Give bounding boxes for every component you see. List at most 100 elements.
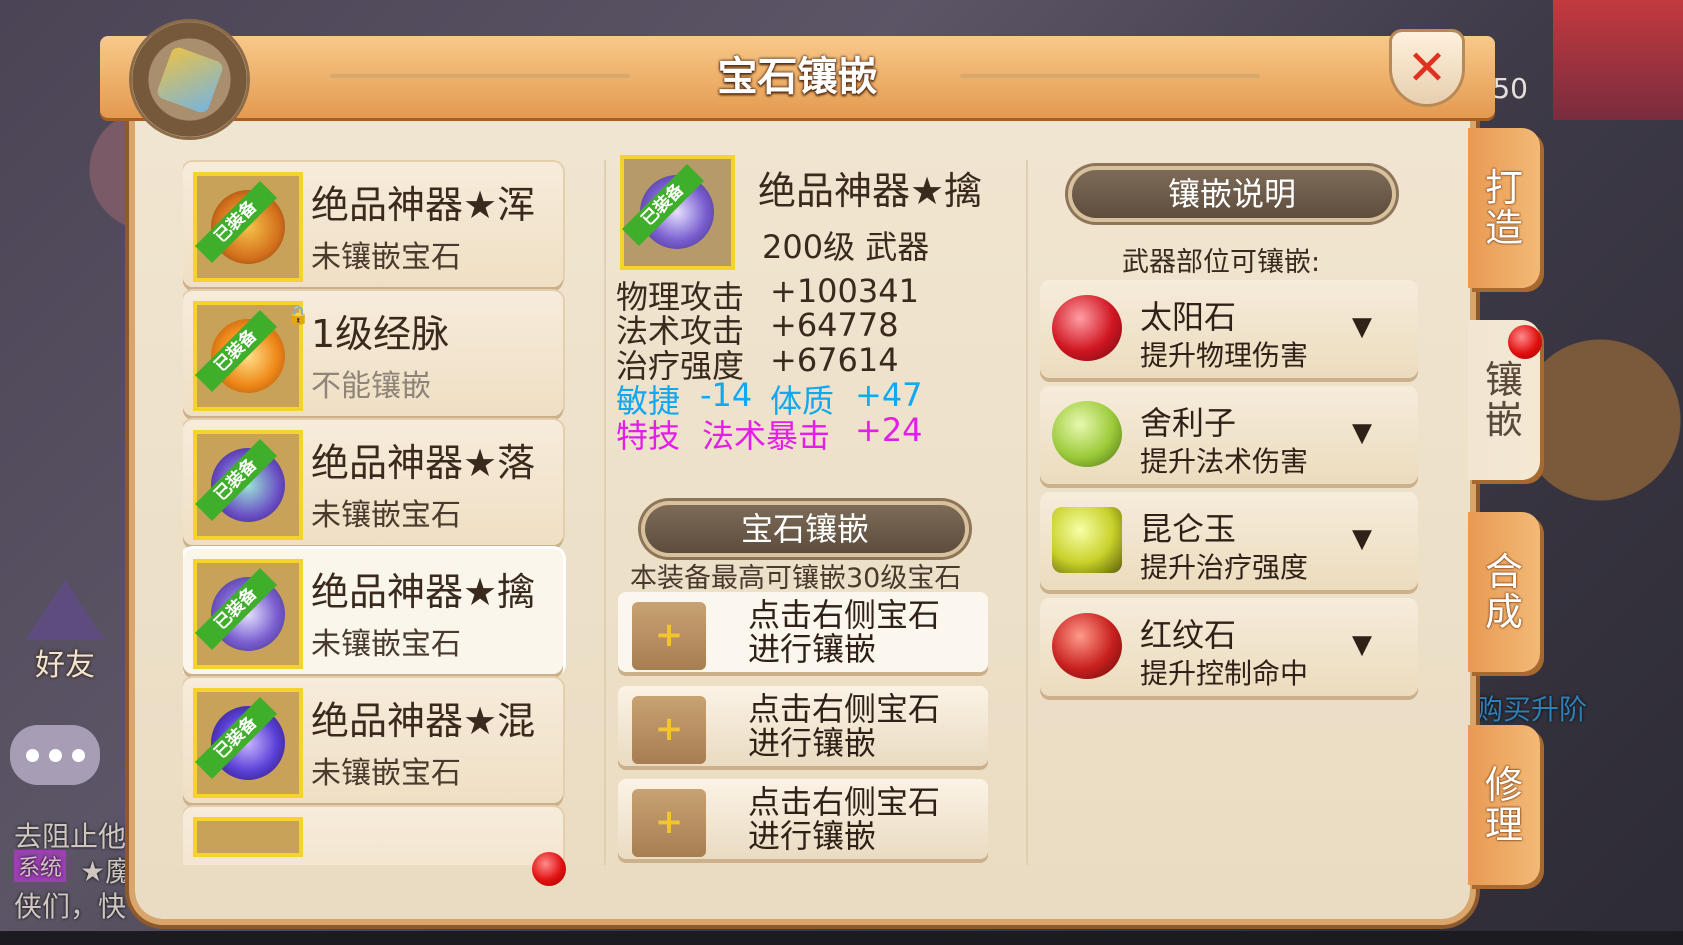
gem-row[interactable]: 太阳石 提升物理伤害 ▼: [1040, 280, 1418, 378]
gem-effect: 提升物理伤害: [1140, 339, 1309, 372]
friend-label: 好友: [35, 648, 95, 683]
special-value: +24: [855, 411, 923, 449]
chat-line: 去阻止他: [14, 820, 127, 853]
list-item[interactable]: [183, 807, 563, 865]
friend-button[interactable]: 好友: [10, 580, 120, 690]
gem-row[interactable]: 舍利子 提升法术伤害 ▼: [1040, 386, 1418, 484]
chat-line: ★魔: [80, 855, 134, 888]
divider: [604, 160, 606, 865]
gem-name: 舍利子: [1140, 404, 1237, 442]
dropdown-arrow-icon[interactable]: ▼: [1352, 418, 1372, 448]
dropdown-arrow-icon[interactable]: ▼: [1352, 630, 1372, 660]
tab-label: 镶: [1484, 358, 1523, 402]
item-status: 未镶嵌宝石: [311, 627, 461, 662]
gem-slot[interactable]: + 点击右侧宝石 进行镶嵌: [618, 592, 988, 672]
list-item[interactable]: 已装备 绝品神器★浑 未镶嵌宝石: [183, 162, 563, 287]
item-status: 未镶嵌宝石: [311, 240, 461, 275]
tab-label: 成: [1484, 590, 1523, 634]
item-name: 绝品神器★浑: [311, 183, 536, 227]
gem-slot[interactable]: + 点击右侧宝石 进行镶嵌: [618, 686, 988, 766]
stat-value: +67614: [770, 341, 899, 379]
item-name: 绝品神器★混: [311, 699, 536, 743]
tab-label: 理: [1484, 803, 1523, 847]
emblem-gem-icon: [154, 44, 225, 115]
special-skill: 法术暴击: [702, 417, 831, 455]
equipment-icon: 已装备: [193, 559, 303, 669]
chat-dot-icon: [71, 748, 85, 762]
kunlun-jade-icon: [1052, 507, 1122, 573]
gem-info-title: 镶嵌说明: [1072, 170, 1392, 218]
forge-emblem-icon: [132, 22, 247, 137]
selected-equipment-icon: 已装备: [620, 155, 735, 270]
friend-avatar-icon: [25, 580, 105, 640]
chat-line: 侠们，快: [14, 890, 127, 923]
item-status: 不能镶嵌: [311, 369, 431, 404]
tab-combine[interactable]: 合成: [1468, 512, 1540, 672]
gem-name: 太阳石: [1140, 298, 1237, 336]
gem-row[interactable]: 昆仑玉 提升治疗强度 ▼: [1040, 492, 1418, 590]
sun-stone-icon: [1052, 295, 1122, 361]
lock-icon: 🔒: [287, 305, 310, 326]
equipment-icon: 已装备: [193, 172, 303, 282]
list-item[interactable]: 已装备 绝品神器★混 未镶嵌宝石: [183, 678, 563, 803]
socket-note: 本装备最高可镶嵌30级宝石: [630, 563, 962, 594]
gem-effect: 提升法术伤害: [1140, 445, 1309, 478]
red-stone-icon: [1052, 613, 1122, 679]
tab-repair[interactable]: 修理: [1468, 725, 1540, 885]
gem-effect: 提升控制命中: [1140, 657, 1309, 690]
notification-dot-icon: [1508, 325, 1542, 359]
gem-info-note: 武器部位可镶嵌:: [1122, 247, 1321, 278]
close-button[interactable]: ✕: [1392, 32, 1462, 104]
detail-name: 绝品神器★擒: [758, 169, 983, 213]
stat-value: -14: [700, 376, 753, 414]
plus-icon: +: [632, 789, 706, 857]
slot-hint: 点击右侧宝石 进行镶嵌: [748, 596, 941, 668]
tab-label: 打: [1484, 166, 1523, 210]
top-right-hud: [1553, 0, 1683, 120]
item-name: 绝品神器★落: [311, 441, 536, 485]
title-bar: 宝石镶嵌: [100, 36, 1495, 118]
plus-icon: +: [632, 696, 706, 764]
dropdown-arrow-icon[interactable]: ▼: [1352, 524, 1372, 554]
item-name: 1级经脉: [311, 312, 450, 356]
equipment-icon: 已装备: [193, 688, 303, 798]
list-item[interactable]: 已装备 🔒 1级经脉 不能镶嵌: [183, 291, 563, 416]
chat-dot-icon: [25, 748, 39, 762]
system-badge: 系统: [14, 850, 67, 882]
gem-slot[interactable]: + 点击右侧宝石 进行镶嵌: [618, 779, 988, 859]
tab-label: 合: [1484, 550, 1523, 594]
item-name: 绝品神器★擒: [311, 570, 536, 614]
special-label: 特技: [616, 417, 681, 455]
slot-hint: 点击右侧宝石 进行镶嵌: [748, 690, 941, 762]
item-status: 未镶嵌宝石: [311, 756, 461, 791]
socket-section-title: 宝石镶嵌: [645, 505, 965, 553]
close-icon: ✕: [1406, 40, 1448, 96]
tab-label: 嵌: [1484, 398, 1523, 442]
gem-effect: 提升治疗强度: [1140, 551, 1309, 584]
list-item-selected[interactable]: 已装备 绝品神器★擒 未镶嵌宝石: [183, 549, 563, 674]
window-title: 宝石镶嵌: [717, 54, 878, 100]
stat-value: +64778: [770, 306, 899, 344]
stat-value: +100341: [770, 272, 919, 310]
gem-row[interactable]: 红纹石 提升控制命中 ▼: [1040, 598, 1418, 696]
tab-forge[interactable]: 打造: [1468, 128, 1540, 288]
gem-name: 昆仑玉: [1140, 510, 1237, 548]
plus-icon: +: [632, 602, 706, 670]
chat-button[interactable]: [10, 725, 100, 785]
tab-label: 修: [1484, 763, 1523, 807]
equipment-icon: [193, 817, 303, 857]
item-status: 未镶嵌宝石: [311, 498, 461, 533]
bottom-exp-bar: [0, 931, 1683, 945]
notification-dot-icon: [532, 852, 566, 886]
scene-notice-text: 购买升阶: [1475, 693, 1588, 726]
chat-dot-icon: [48, 748, 62, 762]
stat-value: +47: [855, 376, 923, 414]
slot-hint: 点击右侧宝石 进行镶嵌: [748, 783, 941, 855]
equipment-icon: 已装备: [193, 430, 303, 540]
list-item[interactable]: 已装备 绝品神器★落 未镶嵌宝石: [183, 420, 563, 545]
divider: [1026, 160, 1028, 865]
dropdown-arrow-icon[interactable]: ▼: [1352, 312, 1372, 342]
detail-level: 200级 武器: [762, 228, 930, 266]
sarira-icon: [1052, 401, 1122, 467]
equipment-list[interactable]: 已装备 绝品神器★浑 未镶嵌宝石 已装备 🔒 1级经脉 不能镶嵌 已装备 绝品神…: [183, 160, 573, 865]
